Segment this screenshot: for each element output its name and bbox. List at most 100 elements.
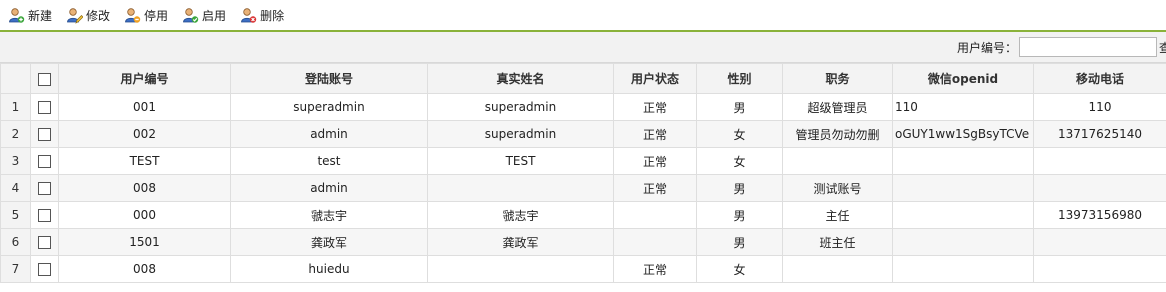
user-table: 用户编号 登陆账号 真实姓名 用户状态 性别 职务 微信openid 移动电话 … [0, 63, 1166, 283]
row-number: 6 [0, 228, 31, 256]
cell-real-name: 虢志宇 [427, 201, 614, 229]
table-header-row: 用户编号 登陆账号 真实姓名 用户状态 性别 职务 微信openid 移动电话 [0, 63, 1166, 94]
row-checkbox-cell[interactable] [30, 174, 59, 202]
cell-mobile-phone: 110 [1033, 93, 1166, 121]
cell-real-name: superadmin [427, 120, 614, 148]
cell-real-name [427, 174, 614, 202]
table-row[interactable]: 7 008 huiedu 正常女 [0, 255, 1166, 283]
edit-button-label: 修改 [86, 8, 111, 23]
row-number-header [0, 63, 31, 94]
column-header-wechat-openid[interactable]: 微信openid [892, 63, 1034, 94]
cell-login-account: admin [230, 120, 428, 148]
row-number: 3 [0, 147, 31, 175]
edit-button[interactable]: 修改 [66, 7, 110, 24]
user-number-search-input[interactable] [1019, 37, 1157, 57]
row-checkbox[interactable] [38, 236, 51, 249]
column-header-user-number[interactable]: 用户编号 [58, 63, 231, 94]
cell-user-number: 008 [58, 174, 231, 202]
row-checkbox[interactable] [38, 263, 51, 276]
cell-mobile-phone: 13973156980 [1033, 201, 1166, 229]
row-checkbox-cell[interactable] [30, 120, 59, 148]
user-number-search-label: 用户编号： [956, 40, 1017, 55]
column-header-mobile-phone[interactable]: 移动电话 [1033, 63, 1166, 94]
cell-mobile-phone [1033, 228, 1166, 256]
new-button-label: 新建 [28, 8, 53, 23]
cell-wechat-openid [892, 147, 1034, 175]
cell-user-status: 正常 [613, 174, 697, 202]
cell-position: 主任 [782, 201, 893, 229]
delete-button-label: 删除 [260, 8, 285, 23]
row-number: 4 [0, 174, 31, 202]
select-all-checkbox-cell[interactable] [30, 63, 59, 94]
cell-login-account: huiedu [230, 255, 428, 283]
table-row[interactable]: 3 TEST test TEST 正常女 [0, 147, 1166, 175]
cell-login-account: superadmin [230, 93, 428, 121]
cell-user-status: 正常 [613, 120, 697, 148]
row-checkbox[interactable] [38, 155, 51, 168]
row-checkbox[interactable] [38, 101, 51, 114]
row-checkbox[interactable] [38, 209, 51, 222]
cell-wechat-openid [892, 255, 1034, 283]
cell-user-status: 正常 [613, 93, 697, 121]
row-checkbox[interactable] [38, 182, 51, 195]
row-number: 5 [0, 201, 31, 229]
row-checkbox-cell[interactable] [30, 201, 59, 229]
column-header-position[interactable]: 职务 [782, 63, 893, 94]
cell-position [782, 147, 893, 175]
cell-mobile-phone [1033, 255, 1166, 283]
cell-user-number: 008 [58, 255, 231, 283]
row-checkbox-cell[interactable] [30, 147, 59, 175]
table-row[interactable]: 6 1501 龚政军 龚政军男班主任 [0, 228, 1166, 256]
cell-wechat-openid [892, 201, 1034, 229]
table-row[interactable]: 4 008 admin 正常男测试账号 [0, 174, 1166, 202]
row-checkbox-cell[interactable] [30, 255, 59, 283]
delete-button[interactable]: 删除 [240, 7, 284, 24]
cell-position: 管理员勿动勿删 [782, 120, 893, 148]
cell-user-status [613, 228, 697, 256]
row-checkbox-cell[interactable] [30, 228, 59, 256]
column-header-gender[interactable]: 性别 [696, 63, 783, 94]
cell-gender: 男 [696, 228, 783, 256]
cell-wechat-openid [892, 228, 1034, 256]
cell-gender: 女 [696, 147, 783, 175]
user-edit-icon [67, 7, 84, 24]
row-number: 1 [0, 93, 31, 121]
row-checkbox-cell[interactable] [30, 93, 59, 121]
select-all-checkbox[interactable] [38, 72, 51, 86]
row-checkbox[interactable] [38, 128, 51, 141]
user-enable-icon [183, 7, 199, 23]
user-delete-icon [241, 7, 257, 23]
table-body: 1 001 superadmin superadmin 正常男超级管理员 110 110 2 0… [0, 93, 1166, 283]
cell-mobile-phone: 13717625140 [1033, 120, 1166, 148]
new-button[interactable]: 新建 [8, 7, 52, 24]
cell-mobile-phone [1033, 174, 1166, 202]
disable-button[interactable]: 停用 [124, 7, 168, 24]
table-row[interactable]: 1 001 superadmin superadmin 正常男超级管理员 110 110 [0, 93, 1166, 121]
cell-gender: 男 [696, 174, 783, 202]
column-header-login-account[interactable]: 登陆账号 [230, 63, 428, 94]
search-button-fragment[interactable]: 查 [1159, 39, 1166, 56]
cell-real-name: TEST [427, 147, 614, 175]
cell-wechat-openid [892, 174, 1034, 202]
cell-position: 超级管理员 [782, 93, 893, 121]
cell-real-name [427, 255, 614, 283]
cell-wechat-openid: 110 [892, 93, 1034, 121]
cell-position: 测试账号 [782, 174, 893, 202]
cell-gender: 男 [696, 201, 783, 229]
user-disable-icon [125, 7, 141, 23]
column-header-real-name[interactable]: 真实姓名 [427, 63, 614, 94]
disable-button-label: 停用 [144, 8, 169, 23]
cell-user-number: TEST [58, 147, 231, 175]
table-row[interactable]: 2 002 admin superadmin 正常女管理员勿动勿删 oGUY1ww1SgB… [0, 120, 1166, 148]
table-row[interactable]: 5 000 虢志宇 虢志宇男主任 13973156980 [0, 201, 1166, 229]
cell-position [782, 255, 893, 283]
cell-wechat-openid: oGUY1ww1SgBsyTCVe [892, 120, 1034, 148]
enable-button-label: 启用 [202, 8, 227, 23]
cell-user-number: 001 [58, 93, 231, 121]
row-number: 7 [0, 255, 31, 283]
cell-user-status [613, 201, 697, 229]
column-header-user-status[interactable]: 用户状态 [613, 63, 697, 94]
cell-user-number: 1501 [58, 228, 231, 256]
search-bar: 用户编号： 查 [0, 32, 1166, 63]
enable-button[interactable]: 启用 [182, 7, 226, 24]
